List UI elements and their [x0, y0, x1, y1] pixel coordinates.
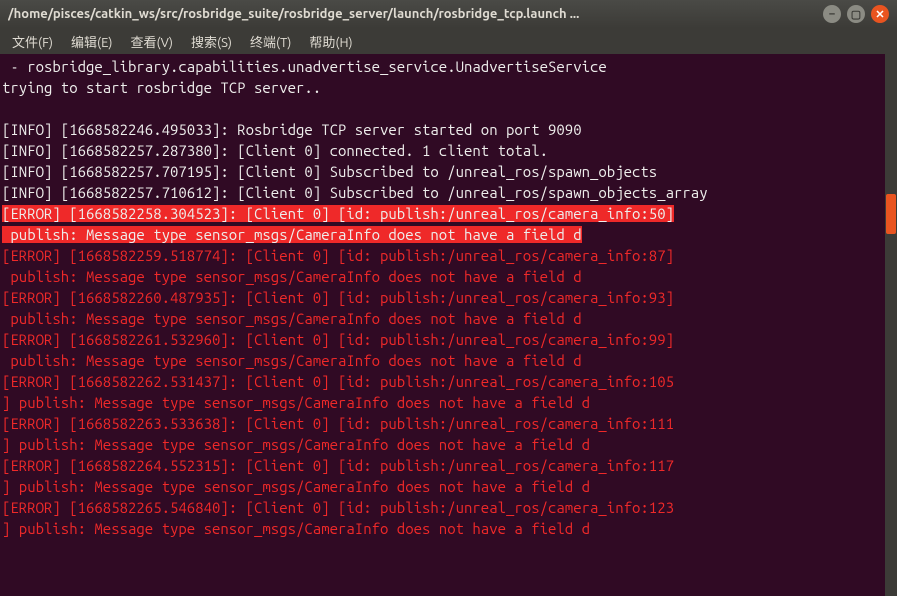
menu-search[interactable]: 搜索(S)	[183, 30, 240, 53]
log-line-info: [INFO] [1668582257.710612]: [Client 0] S…	[2, 184, 708, 201]
log-line-error: [ERROR] [1668582265.546840]: [Client 0] …	[2, 499, 674, 516]
scrollbar-thumb[interactable]	[886, 194, 896, 234]
terminal-output[interactable]: - rosbridge_library.capabilities.unadver…	[0, 54, 885, 596]
log-line-error: [ERROR] [1668582259.518774]: [Client 0] …	[2, 247, 674, 264]
menu-view[interactable]: 查看(V)	[123, 30, 181, 53]
window-titlebar: /home/pisces/catkin_ws/src/rosbridge_sui…	[0, 0, 897, 28]
log-line-error: publish: Message type sensor_msgs/Camera…	[2, 352, 582, 369]
log-line: trying to start rosbridge TCP server..	[2, 79, 321, 96]
log-line-error: [ERROR] [1668582260.487935]: [Client 0] …	[2, 289, 674, 306]
menu-bar: 文件(F) 编辑(E) 查看(V) 搜索(S) 终端(T) 帮助(H)	[0, 28, 897, 54]
menu-edit[interactable]: 编辑(E)	[63, 30, 120, 53]
maximize-button[interactable]: ▢	[847, 5, 865, 23]
minimize-button[interactable]: –	[823, 5, 841, 23]
window-title: /home/pisces/catkin_ws/src/rosbridge_sui…	[8, 7, 823, 21]
log-line-error: [ERROR] [1668582263.533638]: [Client 0] …	[2, 415, 674, 432]
log-line-error-highlighted: [ERROR] [1668582258.304523]: [Client 0] …	[2, 205, 674, 222]
log-line-info: [INFO] [1668582257.707195]: [Client 0] S…	[2, 163, 657, 180]
log-line: - rosbridge_library.capabilities.unadver…	[2, 58, 607, 75]
log-line-error: [ERROR] [1668582264.552315]: [Client 0] …	[2, 457, 674, 474]
log-line-info: [INFO] [1668582246.495033]: Rosbridge TC…	[2, 121, 582, 138]
menu-file[interactable]: 文件(F)	[4, 30, 61, 53]
log-line-info: [INFO] [1668582257.287380]: [Client 0] c…	[2, 142, 548, 159]
close-button[interactable]: ✕	[871, 5, 889, 23]
log-line-error: ] publish: Message type sensor_msgs/Came…	[2, 394, 590, 411]
window-controls: – ▢ ✕	[823, 5, 889, 23]
log-line-error: publish: Message type sensor_msgs/Camera…	[2, 268, 582, 285]
vertical-scrollbar[interactable]	[885, 54, 897, 596]
log-line-error: [ERROR] [1668582261.532960]: [Client 0] …	[2, 331, 674, 348]
log-line-error-highlighted: publish: Message type sensor_msgs/Camera…	[2, 226, 582, 243]
menu-help[interactable]: 帮助(H)	[301, 30, 360, 53]
log-line-error: ] publish: Message type sensor_msgs/Came…	[2, 520, 590, 537]
terminal-container: - rosbridge_library.capabilities.unadver…	[0, 54, 897, 596]
log-line-error: ] publish: Message type sensor_msgs/Came…	[2, 436, 590, 453]
menu-terminal[interactable]: 终端(T)	[242, 30, 299, 53]
log-line-error: publish: Message type sensor_msgs/Camera…	[2, 310, 582, 327]
log-line-error: [ERROR] [1668582262.531437]: [Client 0] …	[2, 373, 674, 390]
log-line-error: ] publish: Message type sensor_msgs/Came…	[2, 478, 590, 495]
